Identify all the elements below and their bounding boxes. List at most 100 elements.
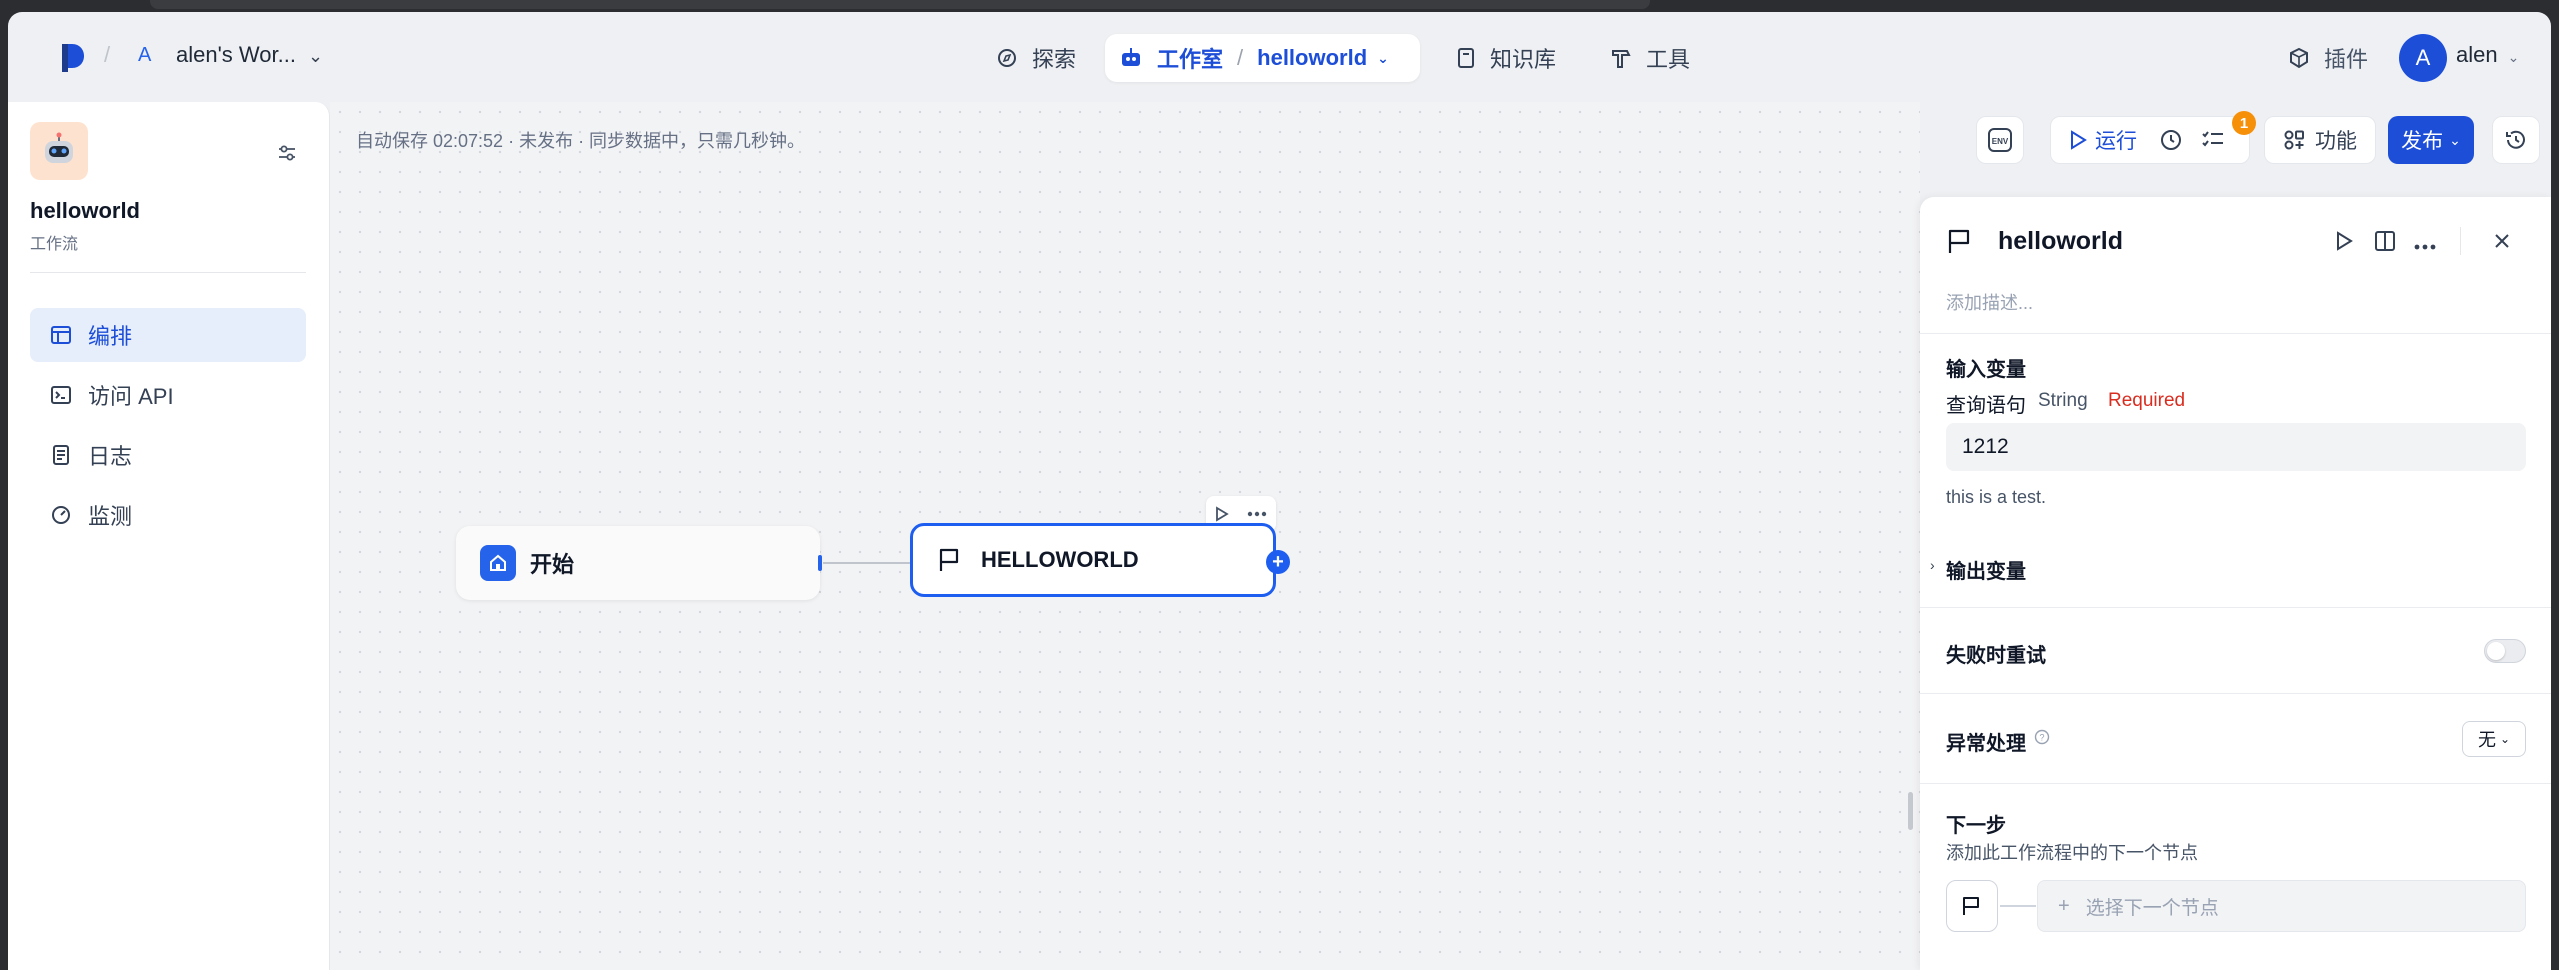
breadcrumb-separator: / [1237, 45, 1244, 70]
play-icon[interactable] [2334, 230, 2354, 257]
gauge-icon [50, 504, 72, 526]
workspace-badge: A [138, 44, 152, 66]
run-button[interactable]: 运行 [2051, 125, 2137, 155]
split-view-icon[interactable] [2374, 230, 2396, 257]
sidebar-item-orchestrate[interactable]: 编排 [30, 308, 306, 362]
nav-plugins[interactable]: 插件 [2274, 34, 2382, 82]
nav-explore[interactable]: 探索 [982, 34, 1090, 82]
nav-studio[interactable]: 工作室 / helloworld ⌄ [1105, 34, 1420, 82]
description-input[interactable]: 添加描述... [1946, 289, 2033, 315]
edge-start-helloworld[interactable] [823, 562, 911, 564]
svg-text:ENV: ENV [1992, 137, 2009, 146]
publish-button[interactable]: 发布 ⌄ [2388, 116, 2474, 164]
sliders-icon[interactable] [276, 142, 298, 169]
robot-icon [1119, 47, 1143, 69]
divider [1920, 607, 2551, 608]
features-button[interactable]: 功能 [2264, 116, 2376, 164]
run-toolbar-group: 运行 [2050, 116, 2250, 164]
help-icon[interactable]: ? [2034, 729, 2050, 750]
divider [1920, 693, 2551, 694]
output-variables-heading[interactable]: 输出变量 [1946, 555, 2026, 584]
error-handling-select[interactable]: 无 ⌄ [2462, 721, 2526, 757]
project-name[interactable]: helloworld [1257, 45, 1367, 71]
publish-label: 发布 [2401, 130, 2444, 153]
compass-icon [996, 47, 1018, 69]
hammer-icon [1610, 47, 1632, 69]
robot-avatar-icon [45, 132, 73, 163]
connector-line [2000, 905, 2036, 907]
sidebar-item-label: 监测 [88, 504, 133, 529]
start-node-output-port[interactable] [818, 555, 822, 571]
chevron-down-icon: ⌄ [2507, 49, 2520, 65]
required-label: Required [2108, 390, 2186, 411]
divider [2460, 227, 2461, 255]
window-top-strip [150, 0, 1650, 9]
user-menu[interactable]: alen ⌄ [2456, 42, 2519, 68]
variable-value-input[interactable]: 1212 [1946, 423, 2526, 471]
sidebar-item-label: 访问 API [88, 384, 174, 409]
sidebar-item-monitor[interactable]: 监测 [30, 488, 306, 542]
chevron-down-icon[interactable]: ⌄ [1377, 50, 1389, 67]
node-config-panel: helloworld 添加描述... 输入变量 查询语句 String Requ… [1920, 197, 2551, 970]
nav-knowledge-label: 知识库 [1490, 47, 1557, 72]
nav-studio-label: 工作室 [1157, 47, 1224, 72]
retry-toggle[interactable] [2484, 639, 2526, 663]
select-next-node-label: 选择下一个节点 [2085, 897, 2219, 919]
sidebar-item-logs[interactable]: 日志 [30, 428, 306, 482]
error-handling-value: 无 [2477, 730, 2496, 750]
panel-title[interactable]: helloworld [1998, 227, 2123, 256]
plus-icon: + [2058, 894, 2070, 917]
autosave-status: 自动保存 02:07:52 · 未发布 · 同步数据中，只需几秒钟。 [356, 131, 806, 151]
current-node-thumb [1946, 880, 1998, 932]
home-icon [480, 545, 516, 581]
checklist-icon[interactable] [2201, 129, 2225, 151]
log-icon [50, 445, 72, 465]
history-run-icon[interactable] [2159, 128, 2183, 152]
top-navbar: / A alen's Wor... ⌄ 探索 工作室 / helloworld ⌄… [8, 12, 2551, 102]
add-node-button[interactable]: + [1266, 550, 1290, 574]
left-sidebar: helloworld 工作流 编排 访问 API 日志 监测 [8, 102, 330, 970]
chevron-right-icon[interactable]: › [1930, 557, 1935, 573]
divider [1920, 333, 2551, 334]
panel-resize-handle[interactable] [1908, 792, 1913, 830]
more-icon[interactable] [2414, 237, 2436, 255]
app-window: / A alen's Wor... ⌄ 探索 工作室 / helloworld ⌄… [8, 12, 2551, 970]
nav-knowledge[interactable]: 知识库 [1442, 34, 1570, 82]
sidebar-item-label: 编排 [88, 324, 133, 349]
close-icon[interactable] [2493, 232, 2511, 255]
play-icon[interactable] [1215, 506, 1229, 522]
env-button[interactable]: ENV [1976, 116, 2024, 164]
helloworld-node[interactable]: HELLOWORLD [910, 523, 1276, 597]
workspace-name: alen's Wor... [176, 42, 296, 67]
nav-plugins-label: 插件 [2324, 47, 2369, 72]
user-avatar[interactable]: A [2399, 34, 2447, 82]
version-history-button[interactable] [2492, 116, 2540, 164]
error-handling-label: 异常处理 [1946, 733, 2026, 755]
features-label: 功能 [2315, 130, 2357, 153]
cube-icon [2288, 47, 2310, 69]
run-label: 运行 [2095, 130, 2137, 153]
dify-logo-icon[interactable] [56, 42, 86, 74]
input-variables-heading: 输入变量 [1946, 359, 2026, 381]
next-step-heading: 下一步 [1946, 815, 2006, 837]
chevron-down-icon: ⌄ [2449, 131, 2461, 148]
variable-type: String [2038, 390, 2088, 411]
history-icon [2506, 130, 2525, 149]
workspace-switcher[interactable]: alen's Wor... ⌄ [176, 42, 323, 68]
terminal-icon [50, 385, 72, 405]
nav-tools[interactable]: 工具 [1596, 34, 1704, 82]
more-icon[interactable] [1247, 511, 1267, 517]
book-icon [1456, 47, 1476, 69]
chevron-down-icon: ⌄ [307, 46, 324, 66]
play-icon [2071, 130, 2087, 150]
start-node[interactable]: 开始 [456, 526, 820, 600]
select-next-node-button[interactable]: + 选择下一个节点 [2037, 880, 2526, 932]
flag-icon [937, 547, 963, 573]
sidebar-item-label: 日志 [88, 444, 133, 469]
svg-text:?: ? [2039, 733, 2044, 743]
user-name: alen [2456, 42, 2498, 67]
flag-icon [1961, 895, 1983, 917]
app-icon [30, 122, 88, 180]
divider [30, 272, 306, 273]
sidebar-item-api[interactable]: 访问 API [30, 368, 306, 422]
